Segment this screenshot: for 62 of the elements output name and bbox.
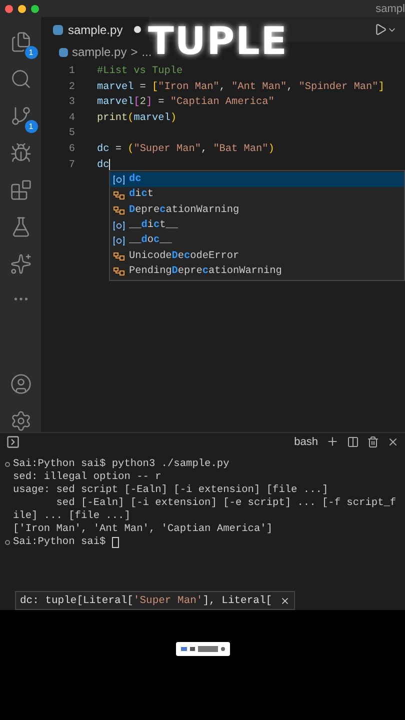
- search-icon[interactable]: [10, 68, 32, 90]
- code-line: dc: [97, 158, 110, 173]
- variable-icon: [113, 174, 125, 185]
- settings-icon[interactable]: [10, 410, 32, 432]
- terminal-line: ['Iron Man', 'Ant Man', 'Captian America']: [13, 523, 273, 536]
- terminal-line: usage: sed script [-Ealn] [-i extension] [file ...]: [13, 484, 328, 497]
- editor-tab[interactable]: sample.py: [41, 17, 149, 42]
- count-badge: 1: [24, 46, 38, 59]
- terminal-line: sed [-Ealn] [-i extension] [-e script] ... [-f script_f: [55, 497, 396, 510]
- class-icon: [113, 190, 125, 200]
- code-line: dc = ("Super Man", "Bat Man"): [97, 142, 274, 157]
- count-badge: 1: [24, 120, 38, 133]
- terminal-line: sed: illegal option -- r: [13, 471, 162, 484]
- type-hover: dc: tuple[Literal['Super Man'], Literal[: [15, 591, 295, 610]
- line-number: 4: [68, 112, 76, 126]
- line-number: 6: [68, 142, 76, 157]
- toolbar-drawing: [176, 642, 230, 656]
- line-number: 5: [68, 127, 76, 142]
- blocks-icon[interactable]: [10, 179, 32, 201]
- tab-label: sample.py: [68, 22, 123, 36]
- files-icon[interactable]: [10, 31, 32, 53]
- terminal-line: ile] ... [file ...]: [13, 510, 130, 523]
- suggestion-item[interactable]: __dict__: [110, 218, 404, 234]
- python-file-icon: [53, 24, 63, 34]
- variable-icon: [113, 220, 125, 231]
- line-number: 3: [68, 96, 76, 110]
- status-circle-icon: [5, 540, 10, 545]
- suggestion-item[interactable]: UnicodeDecodeError: [110, 248, 404, 264]
- suggestion-item[interactable]: __doc__: [110, 233, 404, 248]
- sparkle-icon[interactable]: [10, 253, 32, 275]
- code-line: marvel[2] = "Captian America": [97, 96, 274, 110]
- run-icon[interactable]: [374, 23, 387, 36]
- terminal-icon[interactable]: [6, 434, 20, 448]
- branch-icon[interactable]: [10, 105, 32, 127]
- variable-icon: [113, 236, 125, 246]
- breadcrumb-file[interactable]: sample.py: [72, 45, 127, 59]
- line-number: 1: [68, 65, 76, 79]
- suggestion-item[interactable]: dc: [110, 172, 404, 188]
- code-line: print(marvel): [97, 112, 177, 126]
- suggestion-item[interactable]: dict: [110, 187, 404, 203]
- terminal-line: Sai:Python sai$: [13, 536, 107, 549]
- shell-label[interactable]: bash: [294, 436, 318, 448]
- status-circle-icon: [5, 462, 10, 467]
- suggestion-item[interactable]: DeprecationWarning: [110, 202, 404, 218]
- code-line: #List vs Tuple: [97, 64, 183, 79]
- account-icon[interactable]: [10, 373, 32, 395]
- window-title: sampl: [376, 2, 405, 14]
- line-number: 7: [68, 158, 76, 173]
- class-icon: [113, 266, 125, 276]
- suggestion-item[interactable]: PendingDeprecationWarning: [110, 264, 404, 280]
- split-icon[interactable]: [347, 436, 359, 448]
- breadcrumb-separator: >: [130, 45, 138, 59]
- bug-icon[interactable]: [10, 142, 32, 164]
- terminal-line: Sai:Python sai$ python3 ./sample.py: [13, 458, 230, 471]
- line-number: 2: [68, 80, 76, 95]
- breadcrumb-more[interactable]: ...: [142, 45, 152, 59]
- trash-icon[interactable]: [367, 436, 379, 448]
- class-icon: [113, 251, 125, 262]
- code-line: marvel = ["Iron Man", "Ant Man", "Spinder Man"]: [97, 80, 384, 95]
- add-icon[interactable]: [326, 435, 339, 448]
- class-icon: [113, 205, 125, 216]
- python-file-icon: [59, 48, 68, 56]
